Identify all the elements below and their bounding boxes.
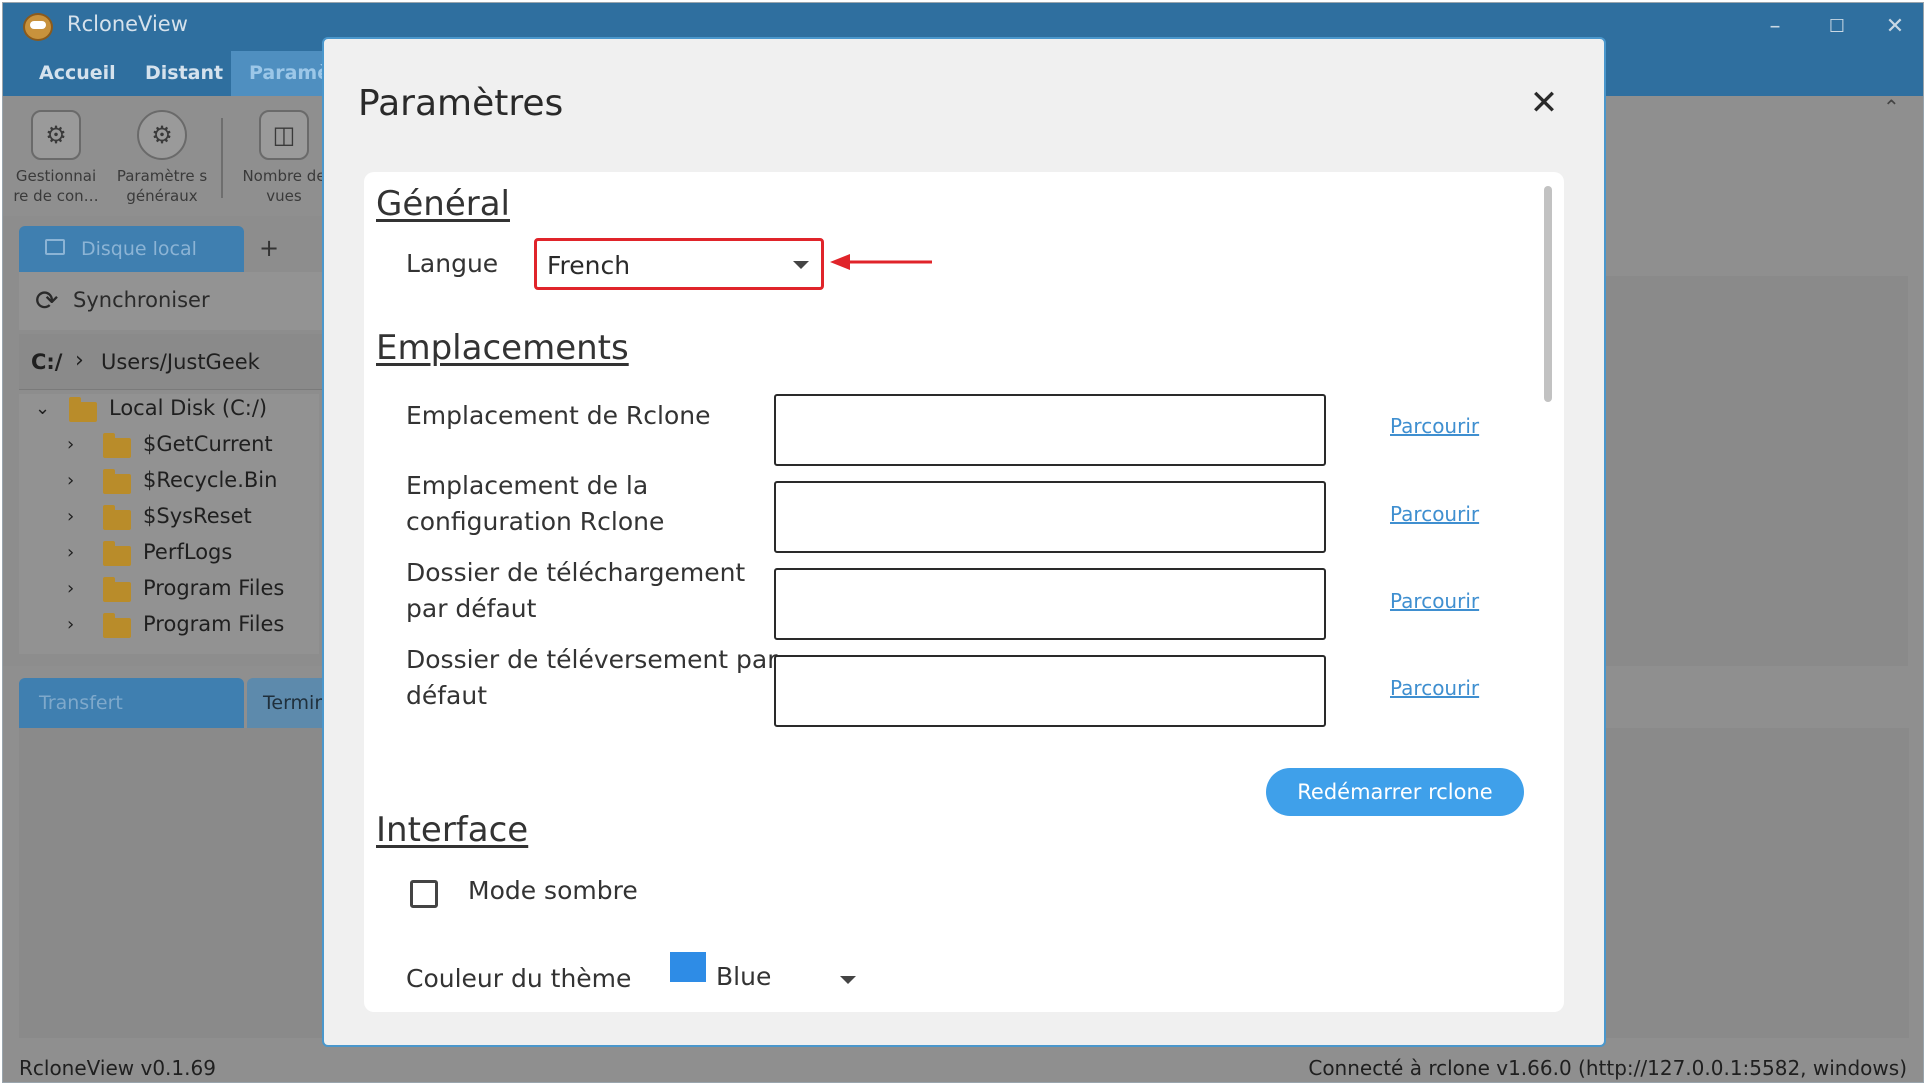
dark-mode-checkbox[interactable] [410,880,438,908]
tree-item-label: Program Files [143,576,285,600]
annotation-arrow-icon [830,254,932,270]
tab-local-disk-label: Disque local [81,238,197,260]
app-logo-icon [23,13,53,41]
browse-upload-folder-link[interactable]: Parcourir [1390,676,1479,700]
gear-icon: ⚙ [137,110,187,160]
close-icon[interactable]: ✕ [1524,83,1564,123]
minimize-button[interactable]: – [1755,11,1795,43]
sync-button[interactable]: ⟳ Synchroniser [19,272,333,330]
chevron-right-icon[interactable]: › [67,578,74,599]
ribbon-button-label: Gestionnai re de con… [13,167,99,205]
browse-rclone-config-link[interactable]: Parcourir [1390,502,1479,526]
folder-tree: ⌄ Local Disk (C:/) › $GetCurrent › $Recy… [19,394,319,654]
label-line: Emplacement de Rclone [406,401,711,430]
chevron-right-icon[interactable]: › [67,470,74,491]
scrollbar[interactable] [1544,186,1552,402]
app-version: RcloneView v0.1.69 [19,1056,216,1080]
language-label: Langue [406,249,499,278]
tree-item-label: $SysReset [143,504,252,528]
chevron-right-icon: › [75,348,84,373]
chevron-right-icon[interactable]: › [67,434,74,455]
folder-icon [69,397,97,422]
maximize-button[interactable]: ☐ [1817,11,1857,43]
left-explorer-panel: Disque local + ⟳ Synchroniser C:/ › User… [3,216,333,666]
label-line: Emplacement de la [406,471,649,500]
language-select[interactable]: French [534,238,824,290]
theme-color-value[interactable]: Blue [716,962,771,991]
sync-label: Synchroniser [73,288,210,312]
label-line: Dossier de téléversement par [406,645,778,674]
rclone-location-input[interactable] [774,394,1326,466]
folder-icon [103,469,131,494]
upload-folder-input[interactable] [774,655,1326,727]
menu-tab-distant[interactable]: Distant [127,51,241,96]
chevron-right-icon[interactable]: › [67,542,74,563]
split-view-icon: ◫ [259,110,309,160]
section-heading-locations: Emplacements [376,328,629,368]
chevron-right-icon[interactable]: › [67,614,74,635]
upload-folder-label: Dossier de téléversement par défaut [406,642,778,714]
ribbon-collapse-icon[interactable]: ⌃ [1883,95,1900,119]
folder-icon [103,577,131,602]
tree-item-label: Program Files [143,612,285,636]
browse-download-folder-link[interactable]: Parcourir [1390,589,1479,613]
rclone-location-label: Emplacement de Rclone [406,398,711,434]
window-close-button[interactable]: ✕ [1875,11,1915,43]
connection-status: Connecté à rclone v1.66.0 (http://127.0.… [1308,1056,1907,1080]
tree-item-label: $Recycle.Bin [143,468,278,492]
ribbon-divider [221,118,223,198]
settings-dialog: Paramètres ✕ Général Langue French Empla… [322,37,1606,1047]
download-folder-label: Dossier de téléchargement par défaut [406,555,745,627]
theme-color-label: Couleur du thème [406,964,632,993]
monitor-icon [45,239,65,255]
caret-down-icon [793,261,809,269]
rclone-config-location-input[interactable] [774,481,1326,553]
label-line: configuration Rclone [406,507,665,536]
label-line: par défaut [406,594,537,623]
breadcrumb: C:/ › Users/JustGeek [19,334,333,390]
dark-mode-label: Mode sombre [468,876,638,905]
status-bar: RcloneView v0.1.69 Connecté à rclone v1.… [3,1046,1923,1082]
ribbon-button-label: Nombre de vues [242,167,326,205]
section-heading-interface: Interface [376,810,529,850]
folder-icon [103,433,131,458]
app-title: RcloneView [67,12,188,36]
restart-rclone-button[interactable]: Redémarrer rclone [1266,768,1524,816]
view-count-button[interactable]: ◫ Nombre de vues [235,110,333,206]
breadcrumb-root[interactable]: C:/ [31,350,62,374]
tab-local-disk[interactable]: Disque local [19,226,244,272]
folder-icon [103,505,131,530]
theme-color-swatch[interactable] [670,952,706,982]
folder-icon [103,613,131,638]
rclone-config-location-label: Emplacement de la configuration Rclone [406,468,664,540]
add-tab-button[interactable]: + [259,234,279,262]
tree-item-label: $GetCurrent [143,432,273,456]
folder-icon [103,541,131,566]
language-select-value: French [547,251,631,280]
general-settings-button[interactable]: ⚙ Paramètre s généraux [113,110,211,206]
dialog-title: Paramètres [358,83,564,124]
chevron-down-icon[interactable]: ⌄ [35,398,50,419]
label-line: défaut [406,681,488,710]
breadcrumb-path[interactable]: Users/JustGeek [101,350,260,374]
section-heading-general: Général [376,184,510,224]
tab-transfert[interactable]: Transfert [19,678,244,728]
connection-manager-icon: ⚙ [31,110,81,160]
connection-manager-button[interactable]: ⚙ Gestionnai re de con… [7,110,105,206]
caret-down-icon[interactable] [840,976,856,984]
sync-icon: ⟳ [35,284,59,317]
label-line: Dossier de téléchargement [406,558,746,587]
menu-tab-accueil[interactable]: Accueil [21,51,134,96]
tree-item-label: Local Disk (C:/) [109,396,268,420]
browse-rclone-location-link[interactable]: Parcourir [1390,414,1479,438]
ribbon-button-label: Paramètre s généraux [116,167,208,205]
settings-content: Général Langue French Emplacements Empla… [364,172,1564,1012]
download-folder-input[interactable] [774,568,1326,640]
tree-item-label: PerfLogs [143,540,233,564]
chevron-right-icon[interactable]: › [67,506,74,527]
